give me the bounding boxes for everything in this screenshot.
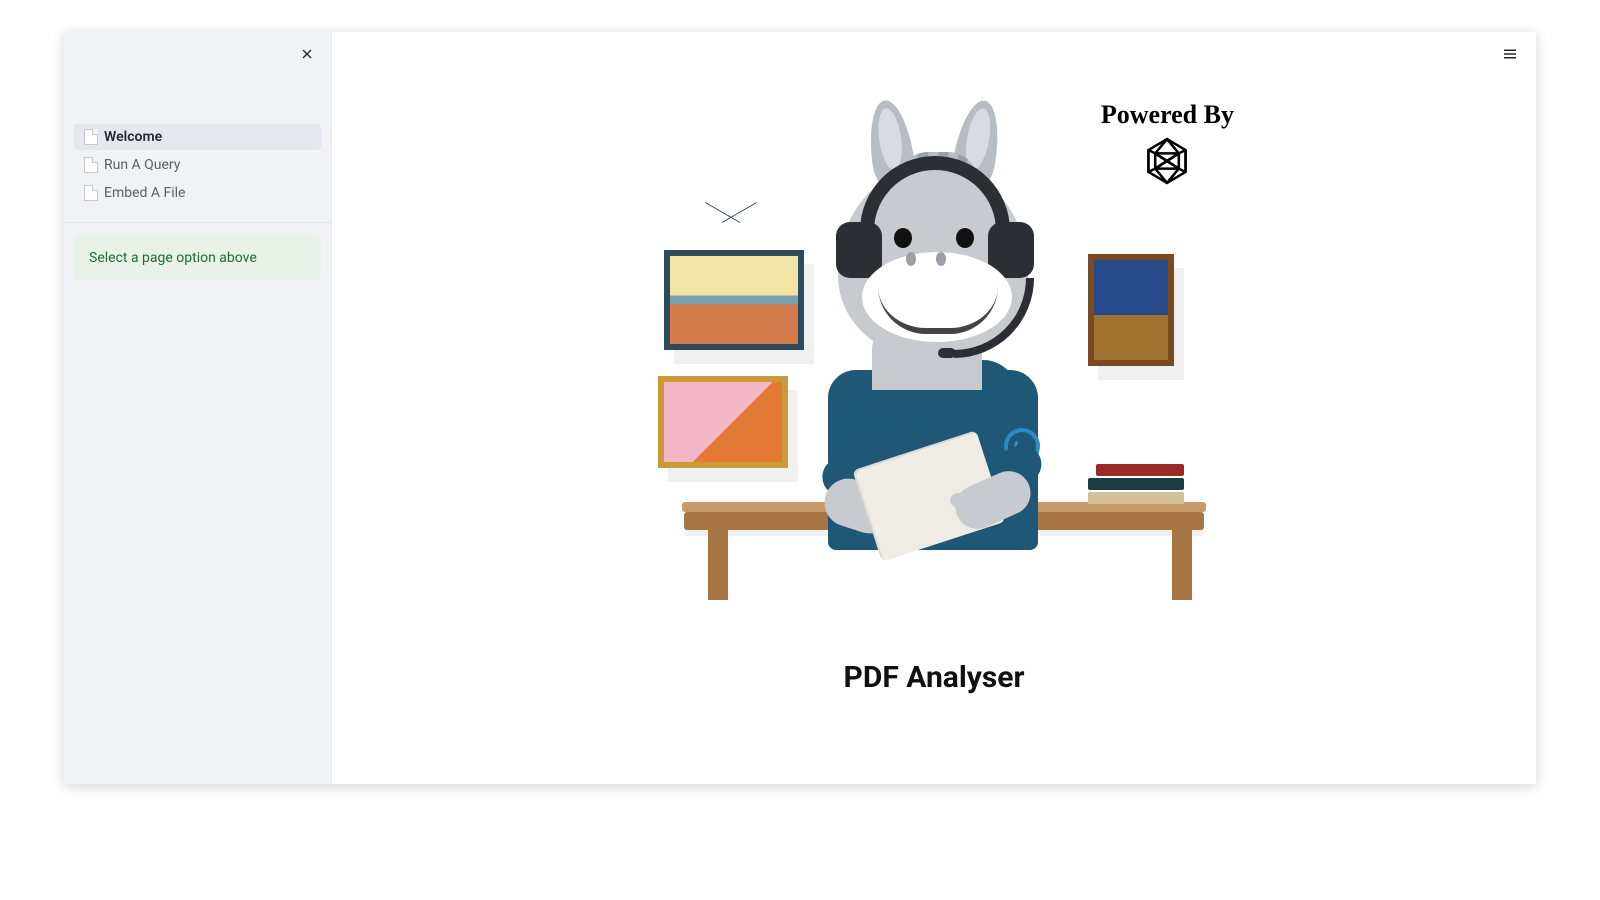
openai-logo-icon	[1140, 134, 1194, 192]
sidebar-item-run-a-query[interactable]: Run A Query	[74, 152, 321, 178]
mascot-donkey	[794, 130, 1064, 550]
picture-hook	[730, 222, 732, 250]
sidebar: Welcome Run A Query Embed A File Select …	[64, 32, 332, 784]
sidebar-close-button[interactable]	[291, 40, 323, 72]
desk-leg-left	[708, 530, 728, 600]
hero-illustration: Powered By	[644, 100, 1224, 600]
sidebar-hint: Select a page option above	[74, 235, 321, 281]
wall-frame-2	[1088, 254, 1174, 366]
sidebar-item-welcome[interactable]: Welcome	[74, 124, 321, 150]
desk-leg-right	[1172, 530, 1192, 600]
book-stack	[1088, 462, 1184, 504]
wall-frame-3	[658, 376, 788, 468]
sidebar-item-embed-a-file[interactable]: Embed A File	[74, 180, 321, 206]
sidebar-item-label: Run A Query	[104, 157, 180, 173]
app-window: Welcome Run A Query Embed A File Select …	[64, 32, 1536, 784]
page-icon	[84, 157, 98, 173]
close-icon	[299, 46, 315, 66]
sidebar-nav: Welcome Run A Query Embed A File	[64, 124, 331, 206]
sidebar-item-label: Embed A File	[104, 185, 185, 201]
sidebar-item-label: Welcome	[104, 129, 162, 145]
divider	[64, 222, 331, 223]
wall-frame-1	[664, 250, 804, 350]
page-icon	[84, 129, 98, 145]
page-icon	[84, 185, 98, 201]
powered-by-block: Powered By	[1101, 100, 1234, 192]
hamburger-icon	[1501, 45, 1519, 67]
main-menu-button[interactable]	[1498, 44, 1522, 68]
powered-by-label: Powered By	[1101, 100, 1234, 130]
main-content: Powered By	[332, 32, 1536, 784]
hint-text: Select a page option above	[89, 250, 257, 266]
page-title: PDF Analyser	[844, 660, 1025, 695]
